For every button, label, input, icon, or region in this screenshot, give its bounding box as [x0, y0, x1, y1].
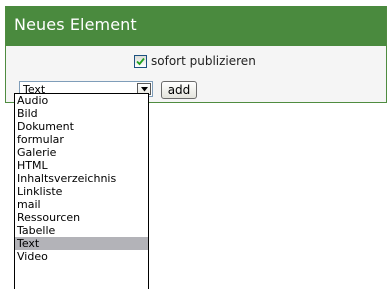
dropdown-option[interactable]: Ressourcen	[15, 211, 148, 224]
dropdown-option[interactable]: Inhaltsverzeichnis	[15, 172, 148, 185]
add-button[interactable]: add	[161, 81, 197, 99]
dropdown-option[interactable]: Galerie	[15, 146, 148, 159]
new-element-panel: Neues Element sofort publizieren Text ad…	[5, 6, 387, 103]
panel-title: Neues Element	[14, 15, 137, 34]
dropdown-option[interactable]: Audio	[15, 94, 148, 107]
stage: Neues Element sofort publizieren Text ad…	[0, 0, 387, 289]
dropdown-option[interactable]: Tabelle	[15, 224, 148, 237]
dropdown-option[interactable]: Video	[15, 250, 148, 263]
publish-checkbox[interactable]	[134, 55, 147, 68]
dropdown-option[interactable]: formular	[15, 133, 148, 146]
dropdown-option[interactable]: Text	[15, 237, 148, 250]
dropdown-option[interactable]: Linkliste	[15, 185, 148, 198]
dropdown-option[interactable]: Dokument	[15, 120, 148, 133]
element-type-dropdown-list: Audio Bild Dokument formular Galerie HTML Inha…	[14, 93, 149, 289]
checkmark-icon	[136, 57, 145, 66]
dropdown-option[interactable]: HTML	[15, 159, 148, 172]
publish-label: sofort publizieren	[151, 54, 256, 68]
dropdown-option[interactable]: mail	[15, 198, 148, 211]
panel-header: Neues Element	[6, 6, 386, 46]
dropdown-option[interactable]: Bild	[15, 107, 148, 120]
